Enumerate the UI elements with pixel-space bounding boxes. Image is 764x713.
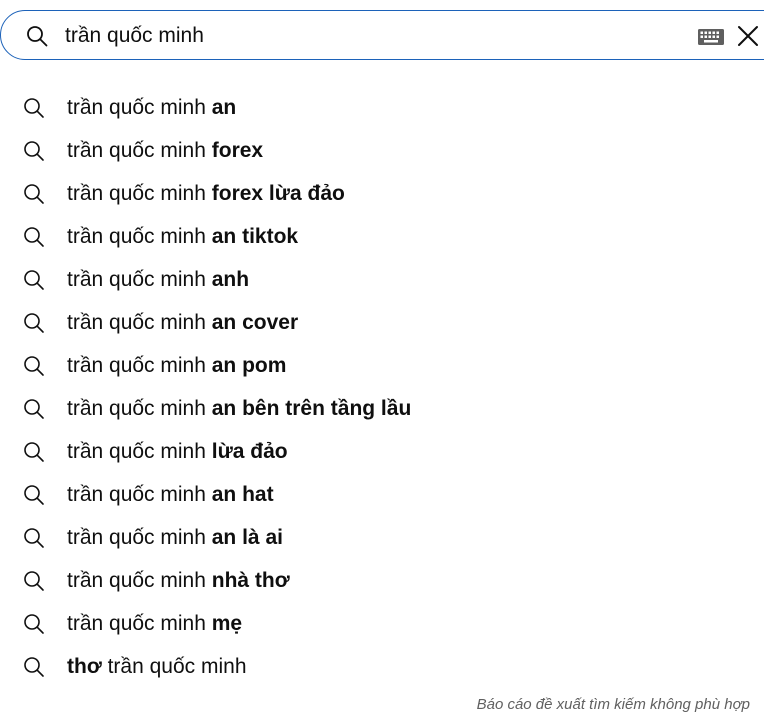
search-icon	[24, 141, 44, 161]
suggestion-item[interactable]: trần quốc minh an tiktok	[0, 218, 764, 256]
search-icon	[24, 485, 44, 505]
search-icon	[24, 270, 44, 290]
suggestion-text: trần quốc minh mẹ	[67, 612, 243, 635]
suggestion-item[interactable]: trần quốc minh nhà thơ	[0, 562, 764, 600]
search-icon	[24, 98, 44, 118]
search-icon	[24, 313, 44, 333]
search-icon	[24, 657, 44, 677]
search-icon	[24, 571, 44, 591]
search-icon	[24, 356, 44, 376]
search-icon	[24, 227, 44, 247]
search-icon	[24, 528, 44, 548]
suggestions-dropdown: trần quốc minh an trần quốc minh forex t…	[0, 64, 764, 713]
search-icon	[24, 399, 44, 419]
suggestion-text: trần quốc minh forex	[67, 139, 264, 162]
search-icon	[27, 26, 48, 47]
suggestion-item[interactable]: trần quốc minh an	[0, 89, 764, 127]
suggestion-item[interactable]: trần quốc minh mẹ	[0, 605, 764, 643]
suggestion-text: trần quốc minh an	[67, 96, 237, 119]
suggestion-text: trần quốc minh an hat	[67, 483, 274, 506]
search-icon	[24, 614, 44, 634]
clear-search-button[interactable]	[735, 23, 761, 49]
suggestion-text: trần quốc minh anh	[67, 268, 250, 291]
suggestion-text: trần quốc minh an pom	[67, 354, 287, 377]
search-bar[interactable]	[0, 10, 764, 60]
suggestion-text: trần quốc minh an tiktok	[67, 225, 299, 248]
close-icon	[738, 26, 758, 46]
suggestion-text: trần quốc minh forex lừa đảo	[67, 182, 345, 205]
suggestion-item[interactable]: trần quốc minh an bên trên tầng lầu	[0, 390, 764, 428]
search-input[interactable]	[65, 21, 665, 51]
suggestion-item[interactable]: trần quốc minh an pom	[0, 347, 764, 385]
suggestion-text: thơ trần quốc minh	[67, 655, 247, 678]
suggestion-item[interactable]: trần quốc minh an hat	[0, 476, 764, 514]
suggestion-item[interactable]: trần quốc minh forex	[0, 132, 764, 170]
suggestion-item[interactable]: trần quốc minh anh	[0, 261, 764, 299]
search-icon	[24, 184, 44, 204]
search-icon	[24, 442, 44, 462]
suggestion-item[interactable]: trần quốc minh an cover	[0, 304, 764, 342]
suggestion-item[interactable]: trần quốc minh an là ai	[0, 519, 764, 557]
keyboard-icon[interactable]	[698, 29, 724, 45]
suggestion-text: trần quốc minh nhà thơ	[67, 569, 290, 592]
suggestion-text: trần quốc minh an là ai	[67, 526, 283, 549]
report-suggestions-link[interactable]: Báo cáo đề xuất tìm kiếm không phù hợp	[477, 696, 750, 713]
suggestion-text: trần quốc minh an cover	[67, 311, 299, 334]
suggestion-item[interactable]: trần quốc minh lừa đảo	[0, 433, 764, 471]
suggestion-text: trần quốc minh lừa đảo	[67, 440, 288, 463]
suggestion-text: trần quốc minh an bên trên tầng lầu	[67, 397, 412, 420]
suggestion-item[interactable]: trần quốc minh forex lừa đảo	[0, 175, 764, 213]
suggestion-item[interactable]: thơ trần quốc minh	[0, 648, 764, 686]
